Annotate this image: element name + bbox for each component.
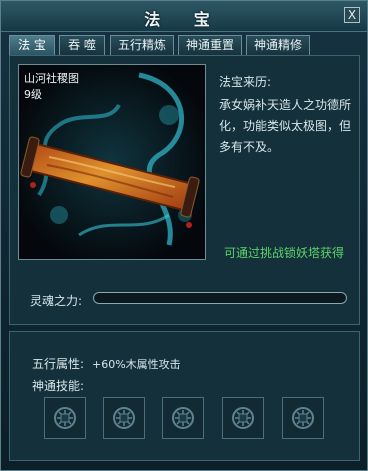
close-button[interactable]: X [344, 7, 360, 23]
soul-power-bar [93, 292, 347, 304]
skill-slot-4[interactable] [222, 397, 264, 439]
tab-devour[interactable]: 吞 噬 [59, 35, 105, 55]
treasure-level: 9级 [24, 88, 42, 101]
treasure-window: 法 宝 X 法 宝 吞 噬 五行精炼 神通重置 神通精修 山河社稷图 9级 法宝… [0, 0, 368, 471]
skill-slot-3[interactable] [162, 397, 204, 439]
skills-label: 神通技能: [32, 379, 85, 393]
tab-element-refine[interactable]: 五行精炼 [110, 35, 174, 55]
tab-treasure[interactable]: 法 宝 [9, 35, 55, 55]
skill-slot-5[interactable] [282, 397, 324, 439]
knot-pattern-icon [172, 407, 194, 429]
knot-pattern-icon [54, 407, 76, 429]
treasure-name: 山河社稷图 [24, 72, 79, 85]
skill-slot-1[interactable] [44, 397, 86, 439]
title-bar[interactable]: 法 宝 X [1, 1, 367, 32]
attribute-panel: 五行属性: +60%木属性攻击 神通技能: [9, 331, 360, 461]
obtain-hint: 可通过挑战锁妖塔获得 [224, 246, 345, 260]
soul-power-label: 灵魂之力: [30, 294, 83, 308]
element-attribute-label: 五行属性: [32, 357, 85, 371]
treasure-panel: 山河社稷图 9级 法宝来历: 承女娲补天造人之功德所化，功能类似太极图，但多有不… [9, 55, 360, 325]
knot-pattern-icon [232, 407, 254, 429]
skill-slot-2[interactable] [103, 397, 145, 439]
knot-pattern-icon [113, 407, 135, 429]
origin-label: 法宝来历: [219, 75, 272, 89]
tab-skill-reset[interactable]: 神通重置 [178, 35, 242, 55]
element-attribute-value: +60%木属性攻击 [92, 358, 181, 371]
scroll-artwork [19, 65, 205, 259]
tab-skill-refine[interactable]: 神通精修 [246, 35, 310, 55]
origin-text: 承女娲补天造人之功德所化，功能类似太极图，但多有不及。 [219, 98, 352, 154]
knot-pattern-icon [292, 407, 314, 429]
treasure-image: 山河社稷图 9级 [18, 64, 206, 260]
window-title: 法 宝 [144, 10, 224, 29]
